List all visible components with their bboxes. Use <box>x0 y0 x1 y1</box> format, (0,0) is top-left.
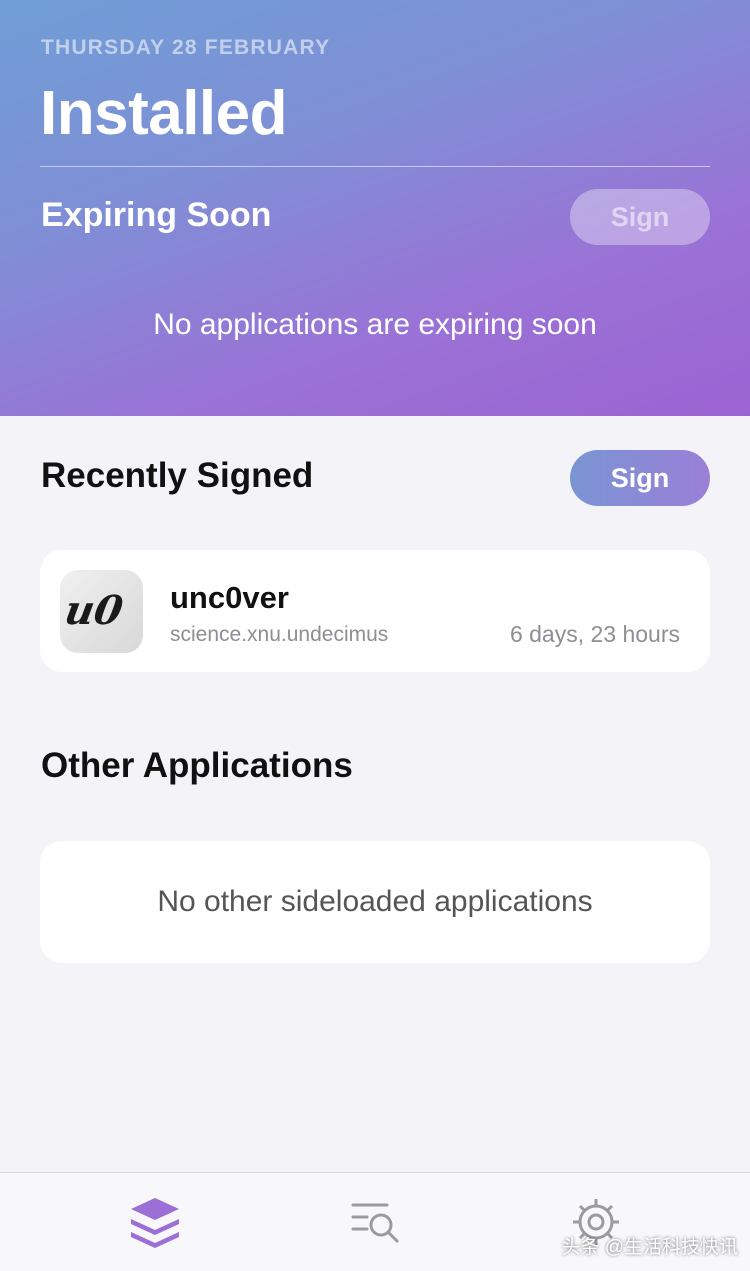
watermark: 头条 @生活科技快讯 <box>561 1237 738 1258</box>
app-row-unc0ver[interactable]: u0 unc0ver science.xnu.undecimus 6 days,… <box>40 550 710 672</box>
app-name: unc0ver <box>170 580 289 615</box>
header-divider <box>40 166 710 167</box>
browse-search-icon <box>351 1203 399 1243</box>
date-label: THURSDAY 28 FEBRUARY <box>41 36 331 59</box>
page-title: Installed <box>40 79 288 148</box>
app-expiration: 6 days, 23 hours <box>509 621 680 647</box>
expiring-soon-title: Expiring Soon <box>41 196 272 234</box>
expiring-sign-button[interactable]: Sign <box>570 189 710 245</box>
recently-signed-title: Recently Signed <box>41 456 314 495</box>
installed-header: THURSDAY 28 FEBRUARY Installed Expiring … <box>0 0 750 416</box>
tab-browse[interactable] <box>345 1195 405 1249</box>
other-applications-card: No other sideloaded applications <box>40 841 710 963</box>
recently-signed-sign-button[interactable]: Sign <box>570 450 710 506</box>
unc0ver-logo-text: u0 <box>61 586 126 634</box>
unc0ver-logo-icon: u0 <box>60 570 143 653</box>
app-bundle-id: science.xnu.undecimus <box>170 623 389 646</box>
other-empty-message: No other sideloaded applications <box>157 885 593 918</box>
tab-installed[interactable] <box>125 1195 185 1249</box>
expiring-empty-message: No applications are expiring soon <box>153 308 597 341</box>
other-applications-title: Other Applications <box>41 746 353 785</box>
stack-layers-icon <box>131 1198 179 1248</box>
